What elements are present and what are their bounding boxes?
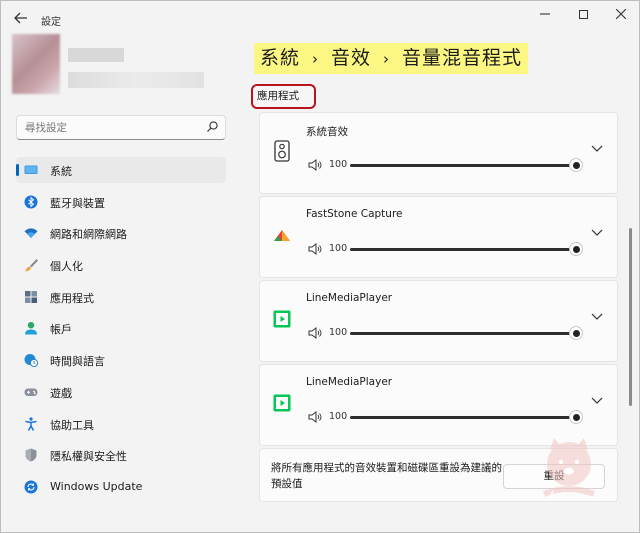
volume-slider-track[interactable] — [350, 164, 576, 167]
sidebar-item-apps[interactable]: 應用程式 — [16, 284, 226, 310]
account-email-blurred — [68, 72, 204, 88]
volume-value: 100 — [329, 327, 348, 338]
line-media-player-icon — [273, 394, 291, 412]
sidebar-item-label: 帳戶 — [50, 323, 72, 337]
app-name: 系統音效 — [306, 126, 348, 138]
sidebar-item-label: 隱私權與安全性 — [50, 450, 127, 464]
line-media-player-icon — [273, 310, 291, 328]
volume-slider-track[interactable] — [350, 416, 576, 419]
faststone-capture-icon — [274, 230, 290, 241]
reset-description: 將所有應用程式的音效裝置和磁碟區重設為建議的預設值 — [271, 462, 502, 490]
volume-icon[interactable] — [308, 159, 322, 171]
bluetooth-icon — [24, 195, 38, 209]
scrollbar[interactable] — [629, 228, 632, 406]
sidebar-item-system[interactable]: 系統 — [16, 157, 226, 183]
wifi-icon — [24, 228, 38, 239]
sidebar-item-label: 網路和網際網路 — [50, 228, 127, 242]
volume-slider-thumb[interactable] — [569, 410, 583, 424]
sidebar-item-accounts[interactable]: 帳戶 — [16, 315, 226, 341]
volume-value: 100 — [329, 243, 348, 254]
shield-icon — [25, 448, 37, 462]
globe-clock-icon — [24, 354, 38, 368]
minimize-button[interactable] — [530, 6, 560, 24]
sidebar-item-label: 應用程式 — [50, 291, 94, 305]
app-volume-card[interactable]: 系統音效 100 — [259, 112, 618, 194]
sidebar-item-label: 遊戲 — [50, 386, 72, 400]
chevron-down-icon[interactable] — [591, 311, 603, 321]
sidebar-item-bluetooth[interactable]: 藍牙與裝置 — [16, 189, 226, 215]
sidebar-item-personalization[interactable]: 個人化 — [16, 252, 226, 278]
brush-icon — [25, 259, 38, 272]
volume-icon[interactable] — [308, 327, 322, 339]
volume-slider-thumb[interactable] — [569, 158, 583, 172]
volume-value: 100 — [329, 159, 348, 170]
sidebar-item-time-language[interactable]: 時間與語言 — [16, 347, 226, 373]
app-name: LineMediaPlayer — [306, 376, 393, 388]
breadcrumb-separator: › — [383, 50, 391, 68]
volume-slider-track[interactable] — [350, 332, 576, 335]
app-volume-card[interactable]: FastStone Capture 100 — [259, 196, 618, 278]
search-icon — [207, 121, 218, 132]
breadcrumb-separator: › — [312, 50, 320, 68]
monitor-icon — [24, 165, 38, 174]
back-button[interactable] — [10, 8, 32, 28]
volume-slider-track[interactable] — [350, 248, 576, 251]
maximize-icon — [578, 10, 588, 19]
maximize-button[interactable] — [568, 6, 598, 24]
usp-watermark-logo — [542, 438, 596, 501]
breadcrumb: 系統 › 音效 › 音量混音程式 — [254, 43, 529, 74]
search-input[interactable] — [25, 121, 195, 135]
volume-slider-thumb[interactable] — [569, 242, 583, 256]
sidebar-item-label: 協助工具 — [50, 418, 94, 432]
sidebar-item-label: Windows Update — [50, 479, 143, 493]
sidebar-item-label: 時間與語言 — [50, 355, 105, 369]
title-bar: 設定 — [0, 0, 640, 34]
close-button[interactable] — [606, 6, 636, 24]
avatar — [12, 34, 60, 94]
arrow-left-icon — [14, 12, 27, 24]
sidebar-item-label: 個人化 — [50, 260, 83, 274]
sidebar-item-windows-update[interactable]: Windows Update — [16, 474, 226, 500]
section-heading-apps: 應用程式 — [251, 84, 316, 109]
app-name: LineMediaPlayer — [306, 292, 393, 304]
accessibility-icon — [25, 416, 37, 431]
page-title: 音量混音程式 — [402, 47, 523, 69]
gamepad-icon — [24, 388, 38, 396]
volume-slider-thumb[interactable] — [569, 326, 583, 340]
sidebar-item-privacy-security[interactable]: 隱私權與安全性 — [16, 442, 226, 468]
app-name: FastStone Capture — [306, 208, 403, 220]
app-volume-card[interactable]: LineMediaPlayer 100 — [259, 280, 618, 362]
volume-icon[interactable] — [308, 411, 322, 423]
sidebar-item-gaming[interactable]: 遊戲 — [16, 379, 226, 405]
sidebar-item-network[interactable]: 網路和網際網路 — [16, 220, 226, 246]
sidebar-nav: 系統 藍牙與裝置 網路和網際網路 個人化 應用程式 帳戶 時間與語言 遊戲 協助… — [16, 157, 226, 506]
volume-icon[interactable] — [308, 243, 322, 255]
person-icon — [25, 322, 37, 335]
breadcrumb-item-system[interactable]: 系統 — [260, 47, 300, 69]
account-profile[interactable] — [12, 34, 212, 98]
minimize-icon — [540, 13, 550, 15]
apps-icon — [25, 290, 37, 303]
search-box[interactable] — [16, 115, 226, 140]
chevron-down-icon[interactable] — [591, 143, 603, 153]
sidebar-item-label: 藍牙與裝置 — [50, 196, 105, 210]
breadcrumb-item-sound[interactable]: 音效 — [331, 47, 371, 69]
account-name-blurred — [68, 48, 124, 62]
windows-update-icon — [24, 480, 38, 494]
app-title: 設定 — [41, 17, 61, 28]
chevron-down-icon[interactable] — [591, 395, 603, 405]
volume-value: 100 — [329, 411, 348, 422]
sidebar-item-accessibility[interactable]: 協助工具 — [16, 411, 226, 437]
speaker-icon — [274, 140, 290, 162]
chevron-down-icon[interactable] — [591, 227, 603, 237]
sidebar-item-label: 系統 — [50, 165, 72, 178]
close-icon — [615, 8, 627, 20]
